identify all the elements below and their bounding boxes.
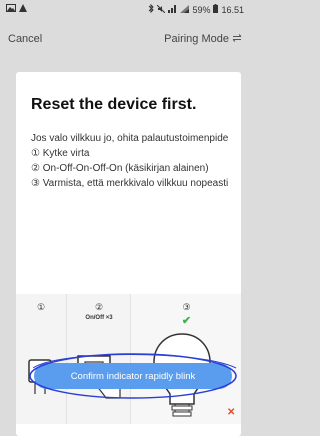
confirm-indicator-button[interactable]: Confirm indicator rapidly blink	[34, 363, 232, 389]
card-title: Reset the device first.	[31, 96, 197, 113]
instructions: Jos valo vilkkuu jo, ohita palautustoime…	[31, 131, 236, 191]
clock-time: 16.51	[221, 4, 244, 15]
instruction-line: ① Kytke virta	[31, 148, 90, 159]
step-1: ①	[16, 294, 66, 424]
instruction-line: ③ Varmista, että merkkivalo vilkkuu nope…	[31, 178, 229, 189]
status-bar: 59% 16.51	[0, 0, 248, 19]
cancel-button[interactable]: Cancel	[8, 33, 42, 45]
step-number: ①	[36, 302, 46, 312]
nav-bar: Cancel Pairing Mode	[0, 19, 248, 59]
switch-icon	[232, 33, 242, 45]
instruction-line: Jos valo vilkkuu jo, ohita palautustoime…	[31, 133, 229, 144]
x-mark-icon: ✕	[227, 407, 236, 418]
step-number: ②	[94, 302, 104, 312]
signal-icon	[168, 4, 177, 15]
bluetooth-icon	[148, 3, 155, 15]
step-3: ③ ✔ ✕	[130, 294, 241, 424]
battery-icon	[213, 4, 219, 15]
image-icon	[6, 4, 16, 14]
checkmark-icon: ✔	[181, 315, 192, 327]
steps-illustration: ① ② On/Off ×3 ③ ✔ ✕	[16, 294, 241, 424]
battery-percent: 59%	[192, 4, 211, 15]
instruction-line: ② On-Off-On-Off-On (käsikirjan alainen)	[31, 163, 209, 174]
wifi-icon	[180, 4, 190, 15]
pairing-mode-label: Pairing Mode	[164, 33, 229, 45]
step-caption: On/Off ×3	[85, 315, 113, 321]
step-2: ② On/Off ×3	[66, 294, 131, 424]
navigation-icon	[19, 4, 27, 14]
mute-icon	[157, 4, 166, 15]
step-number: ③	[182, 302, 191, 312]
pairing-mode-toggle[interactable]: Pairing Mode	[164, 33, 242, 45]
